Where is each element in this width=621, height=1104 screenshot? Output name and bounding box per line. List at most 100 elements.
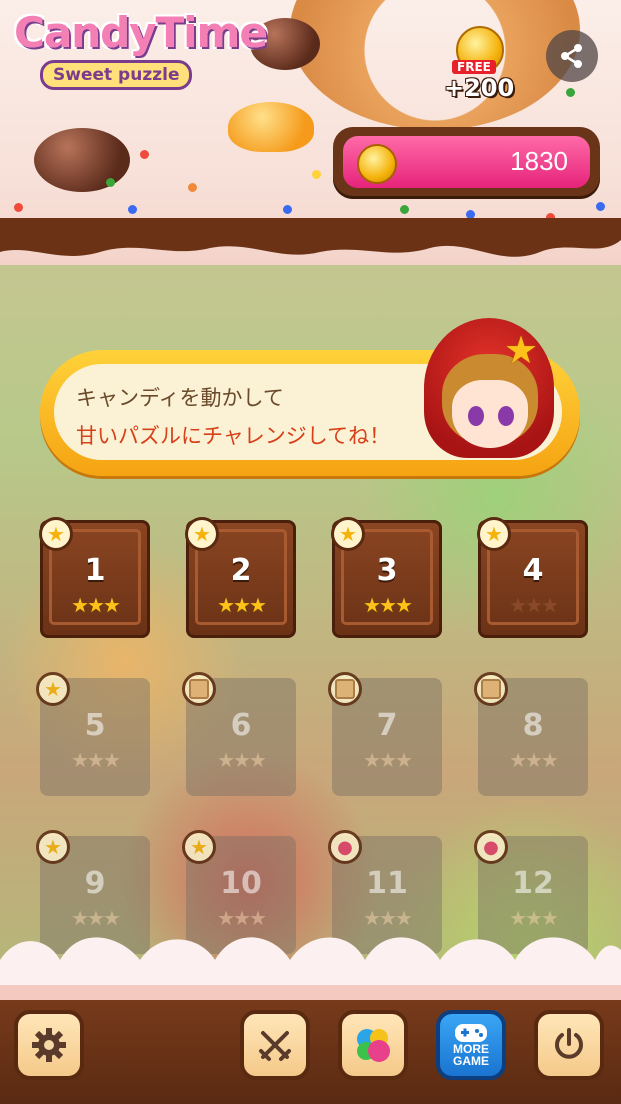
level-button[interactable]: ★ 4 ★★★ (477, 517, 588, 638)
sprinkle (283, 205, 292, 214)
level-number: 5 (84, 708, 106, 743)
sprinkle (566, 88, 575, 97)
share-icon (561, 44, 582, 68)
star-icon: ★ (394, 593, 413, 617)
star-icon: ★ (102, 906, 121, 930)
coin-value: 1830 (510, 146, 568, 176)
star-icon: ★ (525, 593, 543, 617)
star-icon: ★ (394, 748, 413, 772)
coin-balance: 1830 (333, 127, 600, 199)
level-stars: ★★★ (40, 748, 150, 772)
logo-title: CandyTime (14, 8, 268, 57)
banner-line-2: 甘いパズルにチャレンジしてね！ (76, 424, 391, 448)
star-icon: ★ (331, 517, 365, 551)
star-icon: ★ (363, 593, 381, 617)
star-icon: ★ (102, 593, 121, 617)
gear-icon (32, 1028, 66, 1062)
level-number: 10 (220, 866, 262, 901)
jelly-decoration (228, 102, 314, 152)
game-center-icon (357, 1029, 390, 1062)
star-icon: ★ (540, 593, 559, 617)
level-stars: ★★★ (332, 748, 442, 772)
character-girl-icon: ★ (424, 318, 564, 468)
star-icon: ★ (477, 517, 511, 551)
free-coin-bonus-button[interactable]: FREE +200 (444, 22, 514, 107)
star-icon: ★ (248, 748, 267, 772)
level-number: 8 (522, 708, 544, 743)
level-stars: ★★★ (478, 906, 588, 930)
power-icon (555, 1028, 583, 1059)
level-number: 6 (230, 708, 252, 743)
star-icon: ★ (379, 593, 397, 617)
star-icon: ★ (71, 906, 89, 930)
sprinkle (14, 203, 23, 212)
donut-decoration (290, 0, 580, 130)
share-button[interactable] (546, 30, 598, 82)
free-label: FREE (452, 60, 496, 74)
star-icon: ★ (102, 748, 121, 772)
bottom-bar (0, 990, 621, 1104)
star-icon: ★ (87, 906, 105, 930)
star-icon: ★ (39, 517, 73, 551)
level-button[interactable]: 8 ★★★ (474, 672, 588, 796)
level-button[interactable]: ★ 5 ★★★ (36, 672, 150, 796)
star-icon: ★ (540, 906, 559, 930)
star-icon: ★ (509, 906, 527, 930)
star-icon: ★ (363, 906, 381, 930)
star-icon: ★ (248, 593, 267, 617)
game-screen: CandyTime Sweet puzzle FREE +200 1830 キャ… (0, 0, 621, 1104)
sprinkle (400, 205, 409, 214)
level-stars: ★★★ (335, 593, 439, 617)
level-button[interactable]: 6 ★★★ (182, 672, 296, 796)
star-icon: ★ (71, 593, 89, 617)
coin-icon (357, 144, 397, 184)
star-icon: ★ (509, 748, 527, 772)
level-stars: ★★★ (478, 748, 588, 772)
level-number: 9 (84, 866, 106, 901)
star-icon: ★ (217, 748, 235, 772)
settings-button[interactable] (14, 1010, 84, 1080)
power-button[interactable] (534, 1010, 604, 1080)
star-icon: ★ (217, 593, 235, 617)
gamepad-icon (455, 1024, 487, 1042)
level-stars: ★★★ (481, 593, 585, 617)
level-button[interactable]: ★ 3 ★★★ (331, 517, 442, 638)
level-number: 11 (366, 866, 408, 901)
level-stars: ★★★ (189, 593, 293, 617)
star-icon: ★ (509, 593, 527, 617)
sprinkle (128, 205, 137, 214)
level-button[interactable]: ★ 2 ★★★ (185, 517, 296, 638)
level-stars: ★★★ (332, 906, 442, 930)
star-icon: ★ (36, 672, 70, 706)
star-icon: ★ (394, 906, 413, 930)
star-icon: ★ (379, 748, 397, 772)
star-icon: ★ (233, 906, 251, 930)
star-icon: ★ (71, 748, 89, 772)
more-game-label-2: GAME (453, 1054, 489, 1068)
level-button[interactable]: ★ 1 ★★★ (39, 517, 150, 638)
star-icon: ★ (87, 748, 105, 772)
level-number: 3 (376, 553, 398, 588)
game-center-button[interactable] (338, 1010, 408, 1080)
free-amount: +200 (444, 74, 515, 102)
star-icon: ★ (540, 748, 559, 772)
sprinkle (312, 170, 321, 179)
star-icon: ★ (525, 906, 543, 930)
star-icon: ★ (185, 517, 219, 551)
chocolate-decoration (34, 128, 130, 192)
star-icon: ★ (233, 593, 251, 617)
box-icon (182, 672, 216, 706)
sprinkle (140, 150, 149, 159)
star-icon: ★ (217, 906, 235, 930)
more-game-button[interactable]: MORE GAME (436, 1010, 506, 1080)
level-number: 4 (522, 553, 544, 588)
sprinkle (106, 178, 115, 187)
box-icon (474, 672, 508, 706)
star-icon: ★ (87, 593, 105, 617)
banner-line-1: キャンディを動かして (76, 386, 284, 410)
battle-button[interactable] (240, 1010, 310, 1080)
level-button[interactable]: 7 ★★★ (328, 672, 442, 796)
box-icon (328, 672, 362, 706)
level-stars: ★★★ (186, 906, 296, 930)
sprinkle (188, 183, 197, 192)
